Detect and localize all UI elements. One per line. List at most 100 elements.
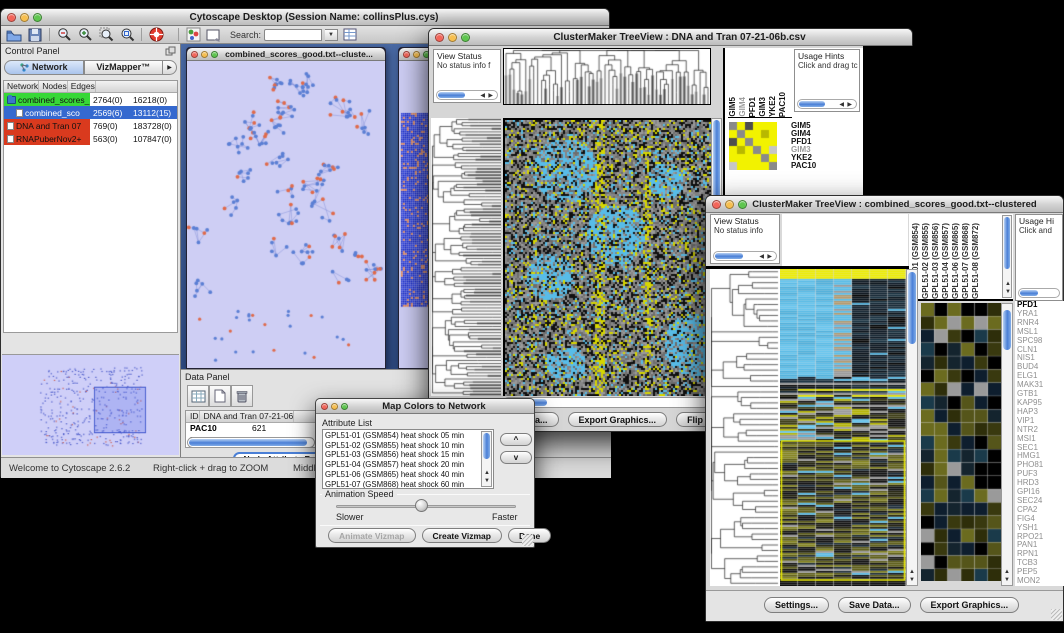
delete-attribute-button[interactable] bbox=[231, 385, 253, 407]
array-label[interactable]: GIM4 bbox=[738, 97, 747, 117]
array-label[interactable]: PFD1 bbox=[748, 97, 757, 117]
scroll-down-icon[interactable]: ▼ bbox=[1004, 577, 1010, 584]
zoom-button[interactable] bbox=[738, 200, 747, 209]
search-dropdown-arrow[interactable]: ▼ bbox=[325, 29, 338, 41]
scrollbar-thumb[interactable] bbox=[483, 433, 490, 459]
scroll-down-icon[interactable]: ▼ bbox=[1005, 289, 1011, 296]
minimize-button[interactable] bbox=[725, 200, 734, 209]
attribute-item[interactable]: GPL51-06 (GSM865) heat shock 40 min bbox=[325, 470, 493, 480]
resize-grip[interactable] bbox=[522, 535, 533, 546]
dialog-button[interactable]: Animate Vizmap bbox=[328, 528, 416, 543]
scroll-up-icon[interactable]: ▲ bbox=[484, 470, 490, 477]
network-row[interactable]: RNAPuberNov2+ 563(0) 107847(0) bbox=[4, 132, 177, 145]
tab-overflow-button[interactable]: ▶ bbox=[163, 60, 177, 75]
scrollbar-thumb[interactable] bbox=[908, 272, 916, 344]
array-label[interactable]: GPL51-06 (GSM865) bbox=[951, 223, 960, 299]
network-row[interactable]: combined_scores_ 2764(0) 16218(0) bbox=[4, 93, 177, 106]
move-down-button[interactable]: v bbox=[500, 451, 532, 464]
scrollbar-thumb[interactable] bbox=[1003, 310, 1011, 350]
close-button[interactable] bbox=[712, 200, 721, 209]
genelist-vscrollbar[interactable]: ▲ ▼ bbox=[1001, 303, 1013, 586]
tab-network[interactable]: Network bbox=[4, 60, 84, 75]
data-panel-hscrollbar[interactable] bbox=[187, 437, 315, 448]
treeview-combined-titlebar[interactable]: ClusterMaker TreeView : combined_scores_… bbox=[706, 196, 1063, 213]
minimize-button[interactable] bbox=[201, 51, 208, 58]
gene-label[interactable]: MON2 bbox=[1017, 577, 1064, 586]
array-label[interactable]: GPL51-04 (GSM857) bbox=[941, 223, 950, 299]
array-label[interactable]: GPL51-08 (GSM872) bbox=[971, 223, 980, 299]
status-scrollbar[interactable]: ◀ ▶ bbox=[713, 251, 777, 261]
scroll-up-icon[interactable]: ▲ bbox=[1004, 569, 1010, 576]
hints-scrollbar[interactable]: ◀ ▶ bbox=[797, 99, 857, 109]
close-button[interactable] bbox=[321, 403, 328, 410]
array-label[interactable]: GPL51-07 (GSM868) bbox=[961, 223, 970, 299]
action-button[interactable]: Settings... bbox=[764, 597, 829, 613]
gene-dendrogram[interactable] bbox=[710, 269, 780, 586]
array-label[interactable]: GIM3 bbox=[758, 97, 767, 117]
main-titlebar[interactable]: Cytoscape Desktop (Session Name: collins… bbox=[1, 9, 609, 26]
zoom-in-button[interactable] bbox=[76, 27, 94, 42]
move-up-button[interactable]: ^ bbox=[500, 433, 532, 446]
attribute-item[interactable]: GPL51-07 (GSM868) heat shock 60 min bbox=[325, 480, 493, 489]
action-button[interactable]: Export Graphics... bbox=[920, 597, 1020, 613]
birds-eye-view[interactable] bbox=[2, 354, 179, 455]
column-header[interactable]: ID bbox=[186, 411, 200, 422]
resize-grip[interactable] bbox=[1051, 609, 1062, 620]
column-header[interactable]: Network bbox=[4, 81, 39, 92]
zoom-heatmap[interactable] bbox=[921, 303, 1001, 581]
scroll-right-icon[interactable]: ▶ bbox=[767, 254, 772, 261]
main-heatmap[interactable] bbox=[503, 118, 711, 396]
zoom-heatmap[interactable] bbox=[729, 122, 777, 170]
attribute-item[interactable]: GPL51-01 (GSM854) heat shock 05 min bbox=[325, 431, 493, 441]
scroll-left-icon[interactable]: ◀ bbox=[759, 254, 764, 261]
zoom-fit-button[interactable] bbox=[118, 27, 136, 42]
network-canvas[interactable] bbox=[187, 61, 385, 368]
array-label[interactable]: YKE2 bbox=[768, 96, 777, 117]
hints-scrollbar[interactable] bbox=[1018, 288, 1060, 298]
search-input[interactable] bbox=[264, 29, 322, 41]
scroll-up-icon[interactable]: ▲ bbox=[909, 569, 915, 576]
help-button[interactable] bbox=[147, 27, 165, 42]
array-dendrogram[interactable] bbox=[503, 48, 711, 105]
scrollbar-thumb[interactable] bbox=[189, 439, 307, 446]
tab-vizmapper[interactable]: VizMapper™ bbox=[84, 60, 164, 75]
close-button[interactable] bbox=[7, 13, 16, 22]
scroll-left-icon[interactable]: ◀ bbox=[480, 93, 485, 100]
main-heatmap[interactable] bbox=[780, 269, 906, 586]
array-label[interactable]: PAC10 bbox=[778, 92, 787, 117]
dialog-button[interactable]: Create Vizmap bbox=[422, 528, 502, 543]
action-button[interactable]: Save Data... bbox=[838, 597, 911, 613]
attribute-item[interactable]: GPL51-03 (GSM856) heat shock 15 min bbox=[325, 450, 493, 460]
scrollbar-thumb[interactable] bbox=[1020, 290, 1038, 296]
zoom-button[interactable] bbox=[461, 33, 470, 42]
dialog-titlebar[interactable]: Map Colors to Network bbox=[316, 399, 534, 414]
close-button[interactable] bbox=[435, 33, 444, 42]
zoom-button[interactable] bbox=[341, 403, 348, 410]
status-scrollbar[interactable]: ◀ ▶ bbox=[436, 90, 498, 100]
network-row[interactable]: DNA and Tran 07 769(0) 183728(0) bbox=[4, 119, 177, 132]
close-button[interactable] bbox=[191, 51, 198, 58]
column-header[interactable]: Nodes bbox=[39, 81, 68, 92]
gene-label[interactable]: PAC10 bbox=[791, 162, 816, 170]
column-header[interactable]: Edges bbox=[68, 81, 96, 92]
filter-table-button[interactable] bbox=[341, 27, 359, 42]
scrollbar-thumb[interactable] bbox=[1004, 217, 1010, 269]
save-session-button[interactable] bbox=[26, 27, 44, 42]
zoom-button[interactable] bbox=[211, 51, 218, 58]
attribute-item[interactable]: GPL51-02 (GSM855) heat shock 10 min bbox=[325, 441, 493, 451]
speed-slider-thumb[interactable] bbox=[415, 499, 428, 512]
scroll-left-icon[interactable]: ◀ bbox=[839, 102, 844, 109]
action-button[interactable]: Export Graphics... bbox=[568, 412, 668, 427]
minimize-button[interactable] bbox=[331, 403, 338, 410]
scroll-down-icon[interactable]: ▼ bbox=[484, 478, 490, 485]
array-label[interactable]: GPL51-03 (GSM856) bbox=[931, 223, 940, 299]
zoom-button[interactable] bbox=[33, 13, 42, 22]
float-panel-icon[interactable] bbox=[165, 46, 176, 56]
array-label[interactable]: GIM5 bbox=[728, 97, 737, 117]
labels-vscrollbar[interactable]: ▲ ▼ bbox=[1002, 215, 1012, 298]
minimize-button[interactable] bbox=[413, 51, 420, 58]
scroll-right-icon[interactable]: ▶ bbox=[847, 102, 852, 109]
zoom-selected-button[interactable] bbox=[97, 27, 115, 42]
minimize-button[interactable] bbox=[448, 33, 457, 42]
scroll-up-icon[interactable]: ▲ bbox=[1005, 281, 1011, 288]
